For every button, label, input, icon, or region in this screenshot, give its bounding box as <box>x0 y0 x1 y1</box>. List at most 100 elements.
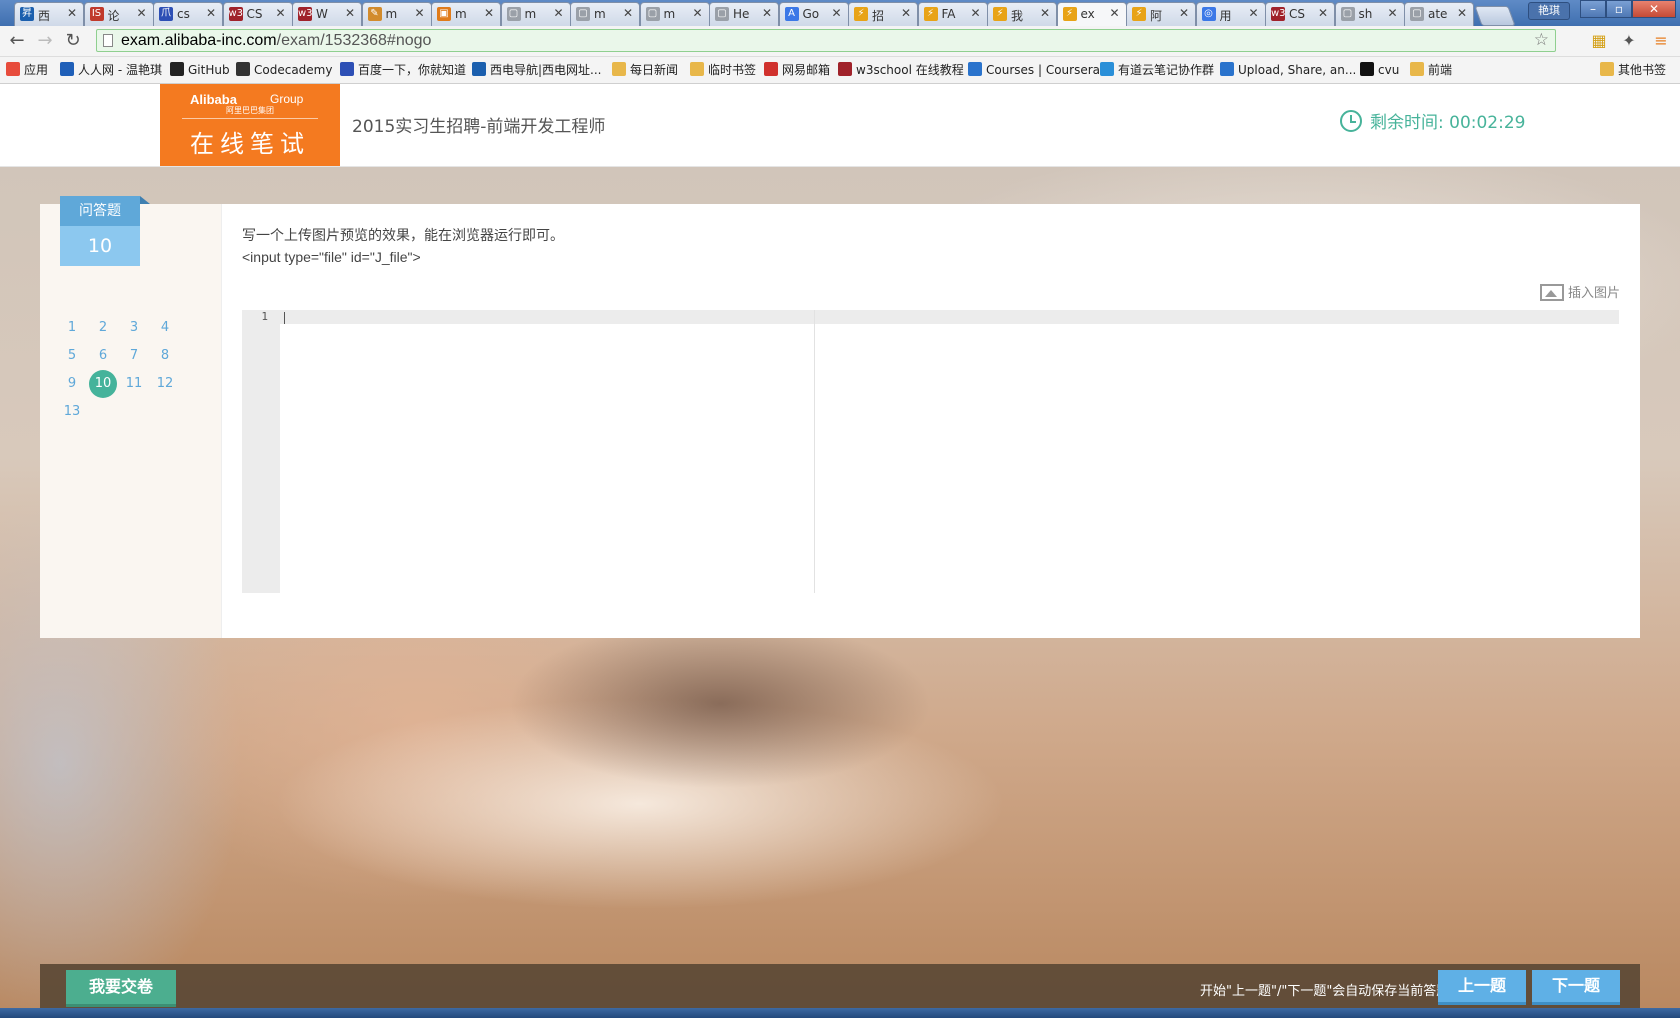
tab-close-icon[interactable]: ✕ <box>623 6 633 20</box>
browser-tab[interactable]: ◎ 用 ✕ <box>1195 2 1266 26</box>
browser-tab[interactable]: ⚡ 阿 ✕ <box>1126 2 1196 26</box>
tab-close-icon[interactable]: ✕ <box>206 6 216 20</box>
browser-tab[interactable]: ▢ m ✕ <box>500 2 571 26</box>
tab-close-icon[interactable]: ✕ <box>831 6 841 20</box>
tab-close-icon[interactable]: ✕ <box>1109 6 1119 20</box>
question-number-link[interactable]: 12 <box>151 370 179 398</box>
tab-label: sh <box>1358 7 1373 21</box>
browser-tab[interactable]: ⚡ 招 ✕ <box>848 2 918 26</box>
bookmark-item[interactable]: Codecademy <box>236 62 332 78</box>
tab-favicon-icon: ▢ <box>1340 7 1355 21</box>
bookmark-item[interactable]: 百度一下，你就知道 <box>340 62 466 78</box>
tab-close-icon[interactable]: ✕ <box>692 6 702 20</box>
tab-close-icon[interactable]: ✕ <box>1457 6 1467 20</box>
tab-close-icon[interactable]: ✕ <box>1040 6 1050 20</box>
back-arrow-icon[interactable]: ← <box>6 30 28 52</box>
new-tab-button[interactable] <box>1474 6 1516 26</box>
bookmark-item[interactable]: 网易邮箱 <box>764 62 830 78</box>
browser-tab[interactable]: ▢ m ✕ <box>639 2 710 26</box>
bookmark-item[interactable]: GitHub <box>170 62 230 78</box>
browser-tab[interactable]: ▣ m ✕ <box>431 2 501 26</box>
browser-tab[interactable]: 爪 cs ✕ <box>153 2 223 26</box>
tab-close-icon[interactable]: ✕ <box>67 6 77 20</box>
browser-tab[interactable]: IS 论 ✕ <box>83 2 154 26</box>
reload-icon[interactable]: ↻ <box>62 30 84 52</box>
prev-question-button[interactable]: 上一题 <box>1438 970 1526 1005</box>
tab-favicon-icon: ▣ <box>437 7 451 21</box>
tab-close-icon[interactable]: ✕ <box>1387 6 1397 20</box>
bookmark-item[interactable]: Upload, Share, an... <box>1220 62 1356 78</box>
browser-tab[interactable]: ⚡ FA ✕ <box>917 2 988 26</box>
tab-close-icon[interactable]: ✕ <box>414 6 424 20</box>
submit-exam-button[interactable]: 我要交卷 <box>66 970 176 1007</box>
bookmark-item[interactable]: 每日新闻 <box>612 62 678 78</box>
tab-close-icon[interactable]: ✕ <box>553 6 563 20</box>
bookmark-item[interactable]: cvu <box>1360 62 1399 78</box>
tab-close-icon[interactable]: ✕ <box>1179 6 1189 20</box>
browser-tab[interactable]: ▢ He ✕ <box>709 2 779 26</box>
bookmark-item[interactable]: 人人网 - 温艳琪 <box>60 62 162 78</box>
tab-close-icon[interactable]: ✕ <box>970 6 980 20</box>
question-number-link[interactable]: 8 <box>151 342 179 370</box>
maximize-button[interactable]: ▫ <box>1606 0 1632 18</box>
bookmark-item[interactable]: 其他书签 <box>1600 62 1666 78</box>
bookmark-item[interactable]: 应用 <box>6 62 48 78</box>
tab-close-icon[interactable]: ✕ <box>1248 6 1258 20</box>
bookmark-item[interactable]: w3school 在线教程 <box>838 62 964 78</box>
browser-tab[interactable]: ▢ sh ✕ <box>1334 2 1405 26</box>
bookmark-item[interactable]: 西电导航|西电网址... <box>472 62 602 78</box>
tab-close-icon[interactable]: ✕ <box>1318 6 1328 20</box>
browser-toolbar: ← → ↻ exam.alibaba-inc.com/exam/1532368#… <box>0 26 1680 57</box>
puzzle-extension-icon[interactable]: ✦ <box>1618 30 1640 52</box>
question-number-link[interactable]: 3 <box>120 314 148 342</box>
question-number-link[interactable]: 10 <box>89 370 117 398</box>
bookmark-label: 人人网 - 温艳琪 <box>78 63 162 77</box>
question-number-link[interactable]: 13 <box>58 398 86 426</box>
browser-tab[interactable]: ⚡ 我 ✕ <box>987 2 1057 26</box>
tab-close-icon[interactable]: ✕ <box>901 6 911 20</box>
bookmark-item[interactable]: 有道云笔记协作群 <box>1100 62 1214 78</box>
question-number-link[interactable]: 4 <box>151 314 179 342</box>
cvu-icon <box>1360 62 1374 76</box>
autosave-hint: 开始"上一题"/"下一题"会自动保存当前答题 <box>1200 984 1450 999</box>
close-window-button[interactable]: ✕ <box>1632 0 1676 18</box>
browser-tab[interactable]: w3 CS ✕ <box>222 2 293 26</box>
tab-label: ate <box>1428 7 1448 21</box>
bookmark-star-icon[interactable]: ☆ <box>1534 30 1549 50</box>
question-number-link[interactable]: 1 <box>58 314 86 342</box>
tab-label: 西 <box>38 9 51 23</box>
question-number-link[interactable]: 2 <box>89 314 117 342</box>
tab-close-icon[interactable]: ✕ <box>275 6 285 20</box>
browser-tab[interactable]: ✎ m ✕ <box>361 2 432 26</box>
question-number-link[interactable]: 7 <box>120 342 148 370</box>
extension-icon[interactable]: ▦ <box>1588 30 1610 52</box>
browser-tab[interactable]: ▢ m ✕ <box>570 2 640 26</box>
next-question-button[interactable]: 下一题 <box>1532 970 1620 1005</box>
insert-image-button[interactable]: 插入图片 <box>1539 282 1620 301</box>
minimize-button[interactable]: – <box>1580 0 1606 18</box>
question-number-link[interactable]: 9 <box>58 370 86 398</box>
bookmark-item[interactable]: 临时书签 <box>690 62 756 78</box>
browser-tab[interactable]: 昇西 ✕ <box>14 2 84 26</box>
question-type-badge: 问答题 10 <box>60 196 150 268</box>
tab-close-icon[interactable]: ✕ <box>136 6 146 20</box>
tab-label: m <box>455 7 467 21</box>
tab-close-icon[interactable]: ✕ <box>762 6 772 20</box>
tab-close-icon[interactable]: ✕ <box>484 6 494 20</box>
question-number-link[interactable]: 5 <box>58 342 86 370</box>
menu-icon[interactable]: ≡ <box>1650 30 1672 52</box>
answer-editor[interactable]: 1 <box>242 310 1619 593</box>
browser-tab[interactable]: ▢ ate ✕ <box>1404 2 1474 26</box>
browser-tab[interactable]: w3 W ✕ <box>292 2 362 26</box>
browser-tab[interactable]: ⚡ ex ✕ <box>1056 2 1127 26</box>
profile-button[interactable]: 艳琪 <box>1528 2 1570 20</box>
bookmark-item[interactable]: Courses | Coursera <box>968 62 1100 78</box>
forward-arrow-icon[interactable]: → <box>34 30 56 52</box>
question-number-link[interactable]: 6 <box>89 342 117 370</box>
bookmark-item[interactable]: 前端 <box>1410 62 1452 78</box>
browser-tab[interactable]: A Go ✕ <box>778 2 849 26</box>
tab-close-icon[interactable]: ✕ <box>345 6 355 20</box>
question-number-link[interactable]: 11 <box>120 370 148 398</box>
address-bar[interactable]: exam.alibaba-inc.com/exam/1532368#nogo ☆ <box>96 29 1556 52</box>
browser-tab[interactable]: w3 CS ✕ <box>1265 2 1335 26</box>
